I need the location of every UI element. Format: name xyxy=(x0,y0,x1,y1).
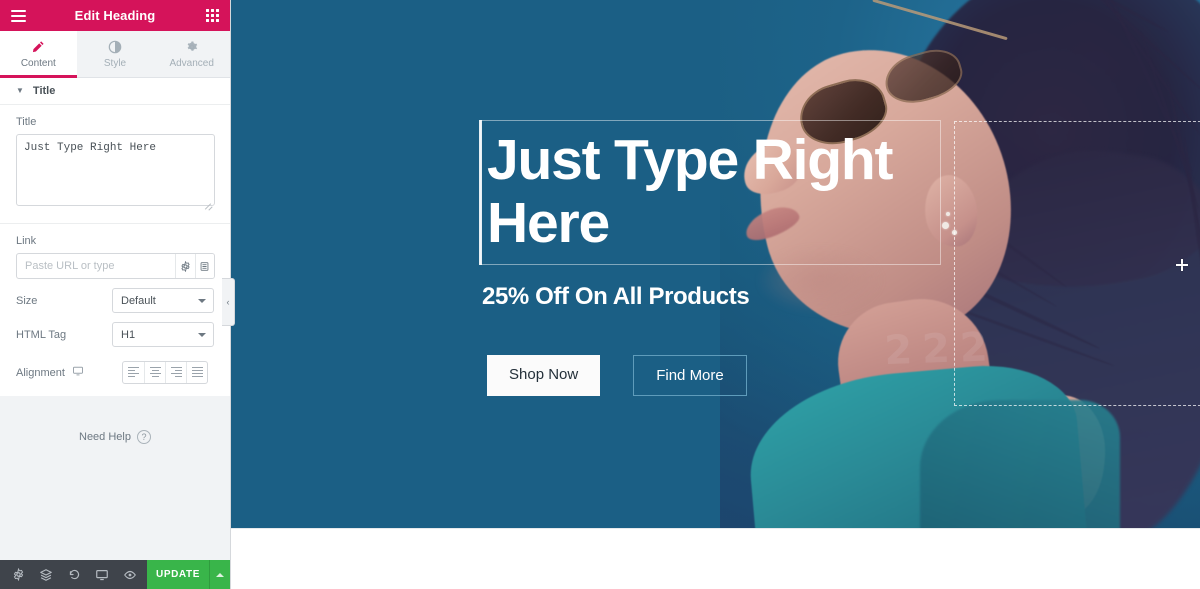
chevron-down-icon xyxy=(198,298,206,303)
need-help-link[interactable]: Need Help ? xyxy=(79,428,151,446)
responsive-monitor-icon[interactable] xyxy=(88,560,116,589)
settings-gear-icon[interactable] xyxy=(4,560,32,589)
hero-subheading: 25% Off On All Products xyxy=(482,283,750,310)
denim-shirt-shadow xyxy=(920,400,1120,528)
alignment-button-group xyxy=(122,361,208,384)
hamburger-icon[interactable] xyxy=(8,6,28,26)
tab-style[interactable]: Style xyxy=(77,31,154,77)
size-value: Default xyxy=(121,294,156,307)
panel-title: Edit Heading xyxy=(74,8,156,23)
elementor-editor: Edit Heading Content Style Advanced ▼ Ti… xyxy=(0,0,1200,589)
chevron-down-icon xyxy=(198,332,206,337)
desktop-icon[interactable] xyxy=(72,365,84,380)
tab-content[interactable]: Content xyxy=(0,31,77,78)
hero-section: 2 2 2 Just Type Right Here 25% Off On Al… xyxy=(231,0,1200,528)
tab-advanced[interactable]: Advanced xyxy=(153,31,230,77)
html-tag-select[interactable]: H1 xyxy=(112,322,214,347)
tab-content-label: Content xyxy=(20,57,56,69)
section-header-title[interactable]: ▼ Title xyxy=(0,78,230,105)
panel-header: Edit Heading xyxy=(0,0,230,31)
panel-controls: Title Link xyxy=(0,105,230,396)
section-header-label: Title xyxy=(32,85,56,97)
panel-tabs: Content Style Advanced xyxy=(0,31,230,78)
preview-eye-icon[interactable] xyxy=(116,560,144,589)
link-options-gear-icon[interactable] xyxy=(175,254,195,278)
half-circle-icon xyxy=(108,40,122,55)
hero-content-column: Just Type Right Here 25% Off On All Prod… xyxy=(479,0,941,528)
gear-icon xyxy=(185,40,199,55)
panel-footer: UPDATE xyxy=(0,560,230,589)
caret-up-icon[interactable] xyxy=(209,560,230,589)
preview-canvas: ‹ 2 2 2 Just Type Right Here 25% Off On … xyxy=(222,0,1200,589)
html-tag-value: H1 xyxy=(121,328,136,341)
title-textarea[interactable] xyxy=(16,134,215,206)
align-left-icon[interactable] xyxy=(123,362,144,383)
control-html-tag: HTML Tag H1 xyxy=(0,313,230,347)
shop-now-button[interactable]: Shop Now xyxy=(487,355,601,396)
update-button[interactable]: UPDATE xyxy=(147,560,209,589)
link-field-label: Link xyxy=(16,235,37,247)
link-input[interactable] xyxy=(17,254,175,278)
pencil-icon xyxy=(31,40,45,55)
need-help-label: Need Help xyxy=(79,431,131,443)
align-right-icon[interactable] xyxy=(165,362,186,383)
align-center-icon[interactable] xyxy=(144,362,165,383)
hero-button-row: Shop Now Find More xyxy=(487,355,747,396)
control-alignment: Alignment xyxy=(0,347,230,384)
page-title: Just Type Right Here xyxy=(487,128,894,255)
control-size: Size Default xyxy=(0,279,230,313)
align-justify-icon[interactable] xyxy=(186,362,207,383)
find-more-button[interactable]: Find More xyxy=(633,355,747,396)
panel-empty-area: Need Help ? xyxy=(0,396,230,560)
navigator-layers-icon[interactable] xyxy=(32,560,60,589)
grid-icon[interactable] xyxy=(202,6,222,26)
earring xyxy=(942,222,949,229)
panel-collapse-handle[interactable]: ‹ xyxy=(222,278,235,326)
alignment-label-text: Alignment xyxy=(16,366,65,379)
heading-widget[interactable]: Just Type Right Here xyxy=(479,120,941,266)
tab-advanced-label: Advanced xyxy=(169,57,214,69)
update-group: UPDATE xyxy=(147,560,230,589)
size-select[interactable]: Default xyxy=(112,288,214,313)
control-link: Link xyxy=(0,224,230,279)
canvas-below-fold xyxy=(231,528,1200,589)
tab-style-label: Style xyxy=(103,57,127,69)
editor-panel: Edit Heading Content Style Advanced ▼ Ti… xyxy=(0,0,231,589)
alignment-label: Alignment xyxy=(16,365,112,380)
dynamic-tags-database-icon[interactable] xyxy=(194,254,214,278)
question-circle-icon: ? xyxy=(136,430,151,444)
html-tag-label: HTML Tag xyxy=(16,328,67,341)
earring xyxy=(952,230,957,235)
title-field-label: Title xyxy=(16,116,37,128)
history-clock-icon[interactable] xyxy=(60,560,88,589)
control-title: Title xyxy=(0,105,230,211)
earring xyxy=(946,212,950,216)
chevron-down-icon: ▼ xyxy=(16,86,24,95)
size-label: Size xyxy=(16,294,38,307)
